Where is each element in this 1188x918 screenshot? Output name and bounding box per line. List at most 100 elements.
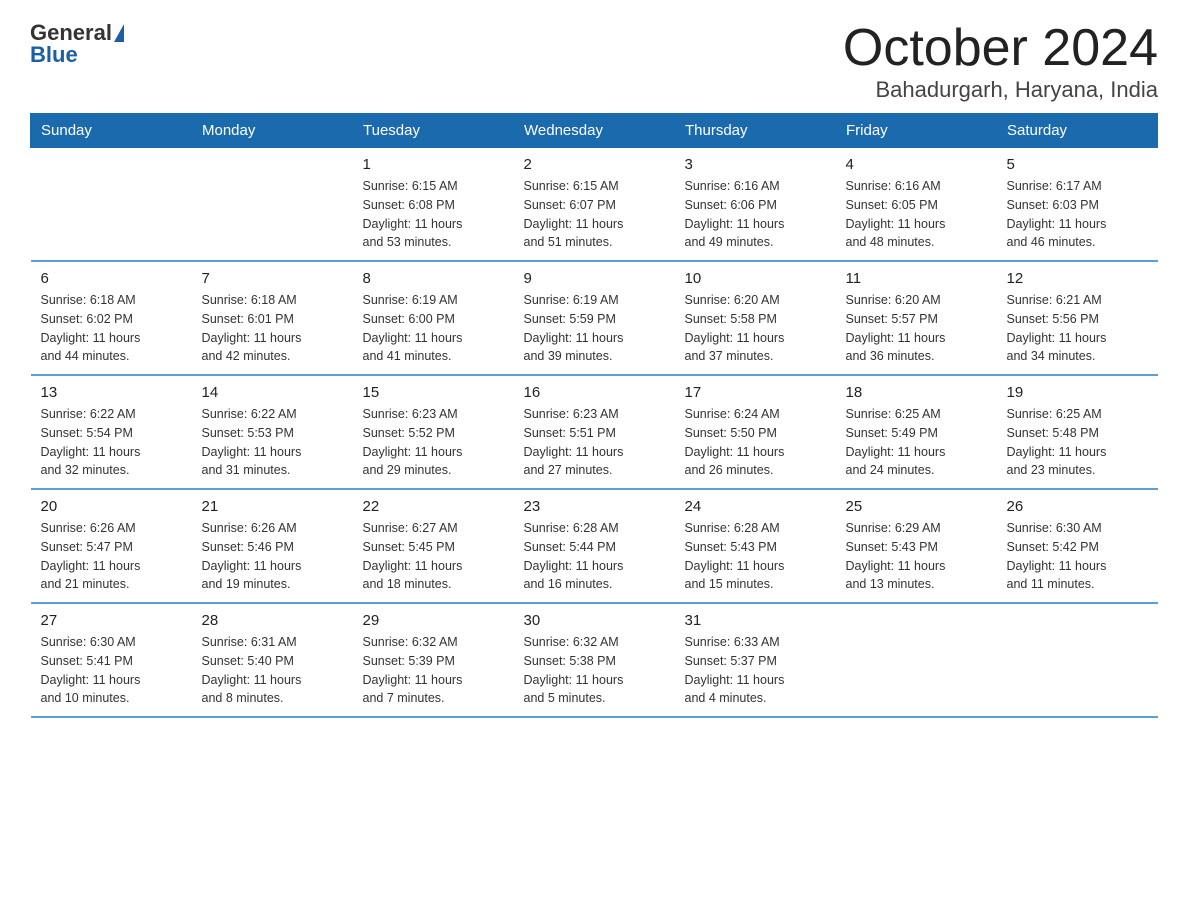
calendar-week-row: 20Sunrise: 6:26 AMSunset: 5:47 PMDayligh…: [31, 489, 1158, 603]
day-number: 13: [41, 384, 182, 401]
day-detail: Sunrise: 6:33 AMSunset: 5:37 PMDaylight:…: [685, 633, 826, 708]
calendar-cell: 4 Sunrise: 6:16 AMSunset: 6:05 PMDaylight…: [836, 148, 997, 262]
calendar-cell: 3 Sunrise: 6:16 AMSunset: 6:06 PMDaylight…: [675, 148, 836, 262]
calendar-cell: 19 Sunrise: 6:25 AMSunset: 5:48 PMDayligh…: [997, 375, 1158, 489]
day-number: 8: [363, 270, 504, 287]
day-number: 14: [202, 384, 343, 401]
day-detail: Sunrise: 6:19 AMSunset: 6:00 PMDaylight:…: [363, 291, 504, 366]
day-number: 7: [202, 270, 343, 287]
day-number: 11: [846, 270, 987, 287]
calendar-cell: 11Sunrise: 6:20 AMSunset: 5:57 PMDayligh…: [836, 261, 997, 375]
day-detail: Sunrise: 6:21 AMSunset: 5:56 PMDaylight:…: [1007, 291, 1148, 366]
day-detail: Sunrise: 6:17 AMSunset: 6:03 PMDaylight:…: [1007, 177, 1148, 252]
calendar-header-row: SundayMondayTuesdayWednesdayThursdayFrid…: [31, 114, 1158, 148]
calendar-cell: 7 Sunrise: 6:18 AMSunset: 6:01 PMDaylight…: [192, 261, 353, 375]
day-number: 28: [202, 612, 343, 629]
calendar-cell: 17 Sunrise: 6:24 AMSunset: 5:50 PMDayligh…: [675, 375, 836, 489]
calendar-cell: 31 Sunrise: 6:33 AMSunset: 5:37 PMDayligh…: [675, 603, 836, 717]
day-detail: Sunrise: 6:19 AMSunset: 5:59 PMDaylight:…: [524, 291, 665, 366]
calendar-cell: 14 Sunrise: 6:22 AMSunset: 5:53 PMDayligh…: [192, 375, 353, 489]
calendar-cell: 1Sunrise: 6:15 AMSunset: 6:08 PMDaylight…: [353, 148, 514, 262]
day-number: 23: [524, 498, 665, 515]
calendar-cell: 12 Sunrise: 6:21 AMSunset: 5:56 PMDayligh…: [997, 261, 1158, 375]
day-number: 31: [685, 612, 826, 629]
day-number: 17: [685, 384, 826, 401]
day-detail: Sunrise: 6:29 AMSunset: 5:43 PMDaylight:…: [846, 519, 987, 594]
day-number: 4: [846, 156, 987, 173]
day-number: 15: [363, 384, 504, 401]
day-number: 18: [846, 384, 987, 401]
day-detail: Sunrise: 6:20 AMSunset: 5:58 PMDaylight:…: [685, 291, 826, 366]
day-detail: Sunrise: 6:16 AMSunset: 6:06 PMDaylight:…: [685, 177, 826, 252]
day-number: 16: [524, 384, 665, 401]
day-detail: Sunrise: 6:32 AMSunset: 5:38 PMDaylight:…: [524, 633, 665, 708]
logo-blue-text: Blue: [30, 42, 124, 68]
day-detail: Sunrise: 6:24 AMSunset: 5:50 PMDaylight:…: [685, 405, 826, 480]
day-detail: Sunrise: 6:23 AMSunset: 5:52 PMDaylight:…: [363, 405, 504, 480]
page-header: General Blue October 2024 Bahadurgarh, H…: [30, 20, 1158, 103]
calendar-cell: 9 Sunrise: 6:19 AMSunset: 5:59 PMDaylight…: [514, 261, 675, 375]
calendar-cell: 26 Sunrise: 6:30 AMSunset: 5:42 PMDayligh…: [997, 489, 1158, 603]
day-number: 27: [41, 612, 182, 629]
day-detail: Sunrise: 6:25 AMSunset: 5:48 PMDaylight:…: [1007, 405, 1148, 480]
day-detail: Sunrise: 6:27 AMSunset: 5:45 PMDaylight:…: [363, 519, 504, 594]
calendar-week-row: 27 Sunrise: 6:30 AMSunset: 5:41 PMDayligh…: [31, 603, 1158, 717]
calendar-cell: [31, 148, 192, 262]
calendar-cell: 13Sunrise: 6:22 AMSunset: 5:54 PMDayligh…: [31, 375, 192, 489]
day-number: 12: [1007, 270, 1148, 287]
day-number: 9: [524, 270, 665, 287]
calendar-cell: 25 Sunrise: 6:29 AMSunset: 5:43 PMDayligh…: [836, 489, 997, 603]
calendar-cell: [192, 148, 353, 262]
calendar-day-header: Tuesday: [353, 114, 514, 148]
calendar-day-header: Monday: [192, 114, 353, 148]
day-number: 6: [41, 270, 182, 287]
calendar-day-header: Friday: [836, 114, 997, 148]
calendar-cell: [997, 603, 1158, 717]
day-detail: Sunrise: 6:26 AMSunset: 5:46 PMDaylight:…: [202, 519, 343, 594]
calendar-cell: 6 Sunrise: 6:18 AMSunset: 6:02 PMDaylight…: [31, 261, 192, 375]
calendar-week-row: 1Sunrise: 6:15 AMSunset: 6:08 PMDaylight…: [31, 148, 1158, 262]
calendar-day-header: Thursday: [675, 114, 836, 148]
calendar-cell: 2 Sunrise: 6:15 AMSunset: 6:07 PMDaylight…: [514, 148, 675, 262]
day-number: 25: [846, 498, 987, 515]
day-detail: Sunrise: 6:18 AMSunset: 6:01 PMDaylight:…: [202, 291, 343, 366]
day-detail: Sunrise: 6:15 AMSunset: 6:07 PMDaylight:…: [524, 177, 665, 252]
calendar-cell: 27 Sunrise: 6:30 AMSunset: 5:41 PMDayligh…: [31, 603, 192, 717]
day-detail: Sunrise: 6:18 AMSunset: 6:02 PMDaylight:…: [41, 291, 182, 366]
day-detail: Sunrise: 6:30 AMSunset: 5:41 PMDaylight:…: [41, 633, 182, 708]
day-number: 10: [685, 270, 826, 287]
calendar-cell: 10 Sunrise: 6:20 AMSunset: 5:58 PMDayligh…: [675, 261, 836, 375]
calendar-cell: 23 Sunrise: 6:28 AMSunset: 5:44 PMDayligh…: [514, 489, 675, 603]
calendar-cell: 21Sunrise: 6:26 AMSunset: 5:46 PMDayligh…: [192, 489, 353, 603]
day-number: 30: [524, 612, 665, 629]
calendar-cell: 20Sunrise: 6:26 AMSunset: 5:47 PMDayligh…: [31, 489, 192, 603]
calendar-day-header: Sunday: [31, 114, 192, 148]
day-detail: Sunrise: 6:16 AMSunset: 6:05 PMDaylight:…: [846, 177, 987, 252]
day-number: 3: [685, 156, 826, 173]
day-detail: Sunrise: 6:30 AMSunset: 5:42 PMDaylight:…: [1007, 519, 1148, 594]
day-detail: Sunrise: 6:22 AMSunset: 5:53 PMDaylight:…: [202, 405, 343, 480]
day-detail: Sunrise: 6:15 AMSunset: 6:08 PMDaylight:…: [363, 177, 504, 252]
calendar-cell: 28 Sunrise: 6:31 AMSunset: 5:40 PMDayligh…: [192, 603, 353, 717]
day-number: 26: [1007, 498, 1148, 515]
calendar-table: SundayMondayTuesdayWednesdayThursdayFrid…: [30, 113, 1158, 718]
calendar-cell: 15 Sunrise: 6:23 AMSunset: 5:52 PMDayligh…: [353, 375, 514, 489]
day-detail: Sunrise: 6:31 AMSunset: 5:40 PMDaylight:…: [202, 633, 343, 708]
calendar-cell: 18 Sunrise: 6:25 AMSunset: 5:49 PMDayligh…: [836, 375, 997, 489]
day-detail: Sunrise: 6:28 AMSunset: 5:43 PMDaylight:…: [685, 519, 826, 594]
logo-triangle-icon: [114, 24, 124, 42]
day-detail: Sunrise: 6:25 AMSunset: 5:49 PMDaylight:…: [846, 405, 987, 480]
title-section: October 2024 Bahadurgarh, Haryana, India: [843, 20, 1158, 103]
day-number: 24: [685, 498, 826, 515]
logo: General Blue: [30, 20, 124, 68]
day-detail: Sunrise: 6:28 AMSunset: 5:44 PMDaylight:…: [524, 519, 665, 594]
day-number: 2: [524, 156, 665, 173]
day-detail: Sunrise: 6:23 AMSunset: 5:51 PMDaylight:…: [524, 405, 665, 480]
day-number: 29: [363, 612, 504, 629]
calendar-cell: 24 Sunrise: 6:28 AMSunset: 5:43 PMDayligh…: [675, 489, 836, 603]
location-subtitle: Bahadurgarh, Haryana, India: [843, 77, 1158, 103]
day-number: 19: [1007, 384, 1148, 401]
calendar-cell: 22Sunrise: 6:27 AMSunset: 5:45 PMDayligh…: [353, 489, 514, 603]
calendar-week-row: 13Sunrise: 6:22 AMSunset: 5:54 PMDayligh…: [31, 375, 1158, 489]
calendar-week-row: 6 Sunrise: 6:18 AMSunset: 6:02 PMDaylight…: [31, 261, 1158, 375]
